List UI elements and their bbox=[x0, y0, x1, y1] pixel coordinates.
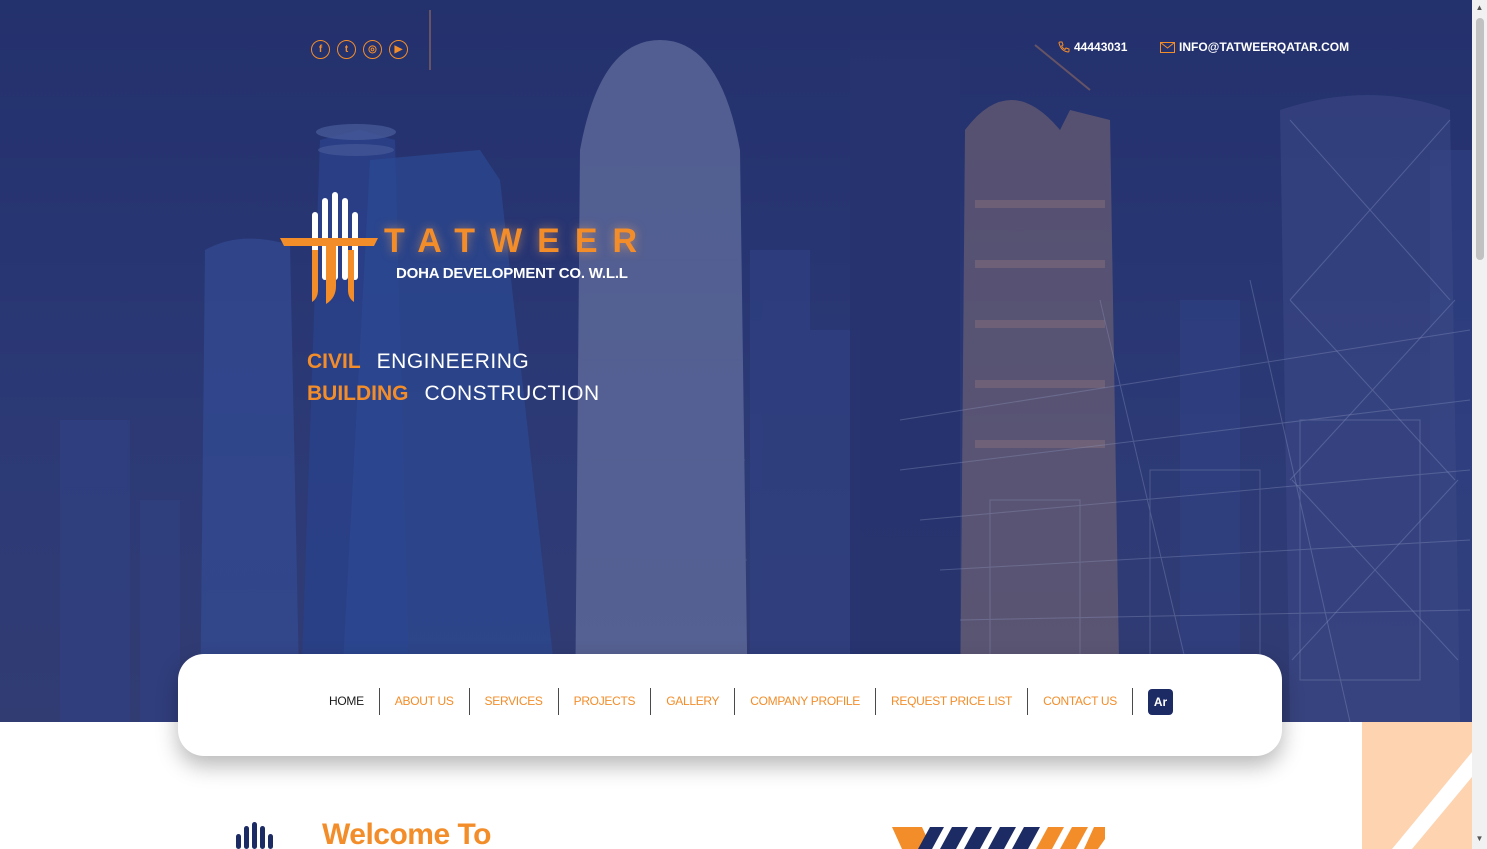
tagline-text: CONSTRUCTION bbox=[424, 382, 600, 405]
tagline-accent: CIVIL bbox=[307, 350, 361, 373]
nav-projects[interactable]: PROJECTS bbox=[559, 688, 652, 715]
instagram-icon[interactable]: ◎ bbox=[363, 40, 382, 59]
tagline-text: ENGINEERING bbox=[376, 350, 530, 373]
page: f t ◎ ▶ 44443031 INFO@TATWEERQATAR.COM T… bbox=[0, 0, 1487, 849]
email-address: INFO@TATWEERQATAR.COM bbox=[1179, 40, 1350, 54]
nav-about-us[interactable]: ABOUT US bbox=[380, 688, 470, 715]
nav-home[interactable]: HOME bbox=[314, 688, 380, 715]
tagline-civil: CIVIL ENGINEERING bbox=[307, 350, 529, 374]
email-link[interactable]: INFO@TATWEERQATAR.COM bbox=[1160, 40, 1349, 54]
tatweer-logo-icon[interactable] bbox=[278, 190, 388, 310]
tagline-building: BUILDING CONSTRUCTION bbox=[307, 382, 600, 406]
nav-request-price-list[interactable]: REQUEST PRICE LIST bbox=[876, 688, 1029, 715]
phone-icon bbox=[1058, 41, 1070, 53]
phone-number: 44443031 bbox=[1074, 40, 1128, 54]
phone-link[interactable]: 44443031 bbox=[1058, 40, 1127, 54]
youtube-icon[interactable]: ▶ bbox=[389, 40, 408, 59]
nav-contact-us[interactable]: CONTACT US bbox=[1028, 688, 1133, 715]
brand-name: TATWEER bbox=[384, 222, 653, 260]
mail-icon bbox=[1160, 41, 1175, 53]
corner-decoration bbox=[1362, 722, 1472, 849]
nav-services[interactable]: SERVICES bbox=[470, 688, 559, 715]
hero-banner: f t ◎ ▶ 44443031 INFO@TATWEERQATAR.COM T… bbox=[0, 0, 1472, 722]
nav-company-profile[interactable]: COMPANY PROFILE bbox=[735, 688, 877, 715]
welcome-heading: Welcome To bbox=[322, 818, 491, 849]
main-nav: HOME ABOUT US SERVICES PROJECTS GALLERY … bbox=[0, 688, 1487, 715]
welcome-logo-icon bbox=[236, 822, 273, 849]
twitter-icon[interactable]: t bbox=[337, 40, 356, 59]
scroll-down-arrow-icon[interactable]: ▼ bbox=[1475, 835, 1484, 843]
tagline-accent: BUILDING bbox=[307, 382, 409, 405]
facebook-icon[interactable]: f bbox=[311, 40, 330, 59]
brand-subtitle: DOHA DEVELOPMENT CO. W.L.L bbox=[396, 265, 628, 282]
social-links: f t ◎ ▶ bbox=[311, 40, 408, 59]
stripe-graphic bbox=[892, 827, 1105, 849]
nav-gallery[interactable]: GALLERY bbox=[651, 688, 736, 715]
scroll-up-arrow-icon[interactable]: ▲ bbox=[1475, 4, 1484, 12]
scrollbar-thumb[interactable] bbox=[1476, 18, 1484, 260]
language-toggle-button[interactable]: Ar bbox=[1148, 688, 1173, 715]
skyline-illustration bbox=[0, 0, 1472, 722]
